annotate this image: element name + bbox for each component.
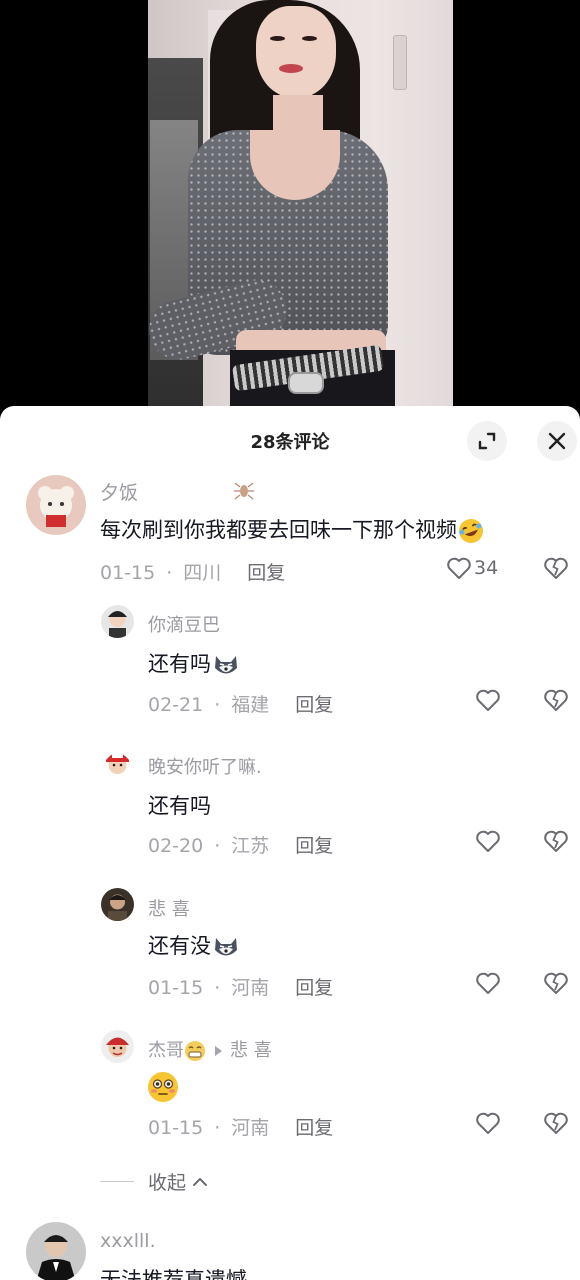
reply-author: 杰哥 悲 喜 [148, 1036, 272, 1062]
video-player[interactable] [0, 0, 580, 430]
video-frame [148, 0, 453, 430]
comment-sheet: 28条评论 夕饭 每次刷到你我都要去回味一下那个视频 01-15 · 四川 回复… [0, 406, 580, 1280]
comment-text: 无法推荐真遗憾 [100, 1268, 247, 1280]
reply-button[interactable]: 回复 [247, 558, 285, 585]
comment-date: 01-15 [100, 562, 156, 584]
comment-author[interactable]: 夕饭 [100, 478, 138, 505]
expand-icon [478, 432, 496, 450]
avatar[interactable] [101, 888, 134, 921]
collapse-replies-button[interactable]: 收起 [100, 1168, 210, 1195]
chevron-up-icon [193, 1177, 208, 1186]
avatar[interactable] [101, 1030, 134, 1063]
close-icon [548, 432, 566, 450]
close-button[interactable] [537, 421, 577, 461]
reply-meta: 01-15 · 河南 回复 [148, 1113, 333, 1140]
dislike-icon[interactable] [543, 829, 569, 853]
heart-icon[interactable] [475, 688, 501, 712]
dislike-icon[interactable] [543, 1111, 569, 1135]
like-count: 34 [474, 557, 499, 579]
reply-button[interactable]: 回复 [295, 690, 333, 717]
reply-author[interactable]: 晚安你听了嘛. [148, 753, 262, 779]
divider [100, 1181, 134, 1182]
collapse-label: 收起 [148, 1172, 187, 1194]
heart-icon[interactable] [475, 829, 501, 853]
reply-text: 还有吗 [148, 648, 241, 680]
reply-author[interactable]: 悲 喜 [148, 895, 190, 921]
caret-right-icon [215, 1046, 222, 1056]
reply-meta: 02-20 · 江苏 回复 [148, 831, 333, 858]
comment-author[interactable]: xxxlll. [100, 1230, 156, 1252]
comment-location: 四川 [183, 562, 222, 584]
bug-icon [234, 482, 254, 500]
dislike-icon[interactable] [543, 971, 569, 995]
reply-author-name[interactable]: 杰哥 [148, 1040, 184, 1061]
heart-icon[interactable] [475, 971, 501, 995]
grin-emoji [185, 1041, 205, 1061]
reply-text: 还有吗 [148, 794, 211, 818]
reply-button[interactable]: 回复 [295, 1113, 333, 1140]
avatar[interactable] [101, 605, 134, 638]
dislike-icon[interactable] [543, 556, 569, 580]
comment-meta: 01-15 · 四川 回复 [100, 558, 285, 585]
reply-button[interactable]: 回复 [295, 831, 333, 858]
heart-icon[interactable] [475, 1111, 501, 1135]
heart-icon [447, 557, 471, 579]
dislike-icon[interactable] [543, 688, 569, 712]
expand-button[interactable] [467, 421, 507, 461]
avatar[interactable] [26, 475, 86, 535]
avatar[interactable] [101, 746, 134, 779]
reply-button[interactable]: 回复 [295, 973, 333, 1000]
husky-emoji [215, 938, 237, 956]
rofl-emoji [459, 519, 483, 543]
flushed-emoji [148, 1072, 178, 1102]
reply-meta: 02-21 · 福建 回复 [148, 690, 333, 717]
like-button[interactable]: 34 [446, 556, 498, 580]
reply-text: 还有没 [148, 930, 241, 962]
reply-text [146, 1070, 180, 1104]
comment-text: 每次刷到你我都要去回味一下那个视频 [100, 514, 485, 545]
reply-meta: 01-15 · 河南 回复 [148, 973, 333, 1000]
reply-author[interactable]: 你滴豆巴 [148, 611, 220, 637]
reply-to-name[interactable]: 悲 喜 [230, 1040, 272, 1061]
avatar[interactable] [26, 1222, 86, 1280]
husky-emoji [215, 656, 237, 674]
